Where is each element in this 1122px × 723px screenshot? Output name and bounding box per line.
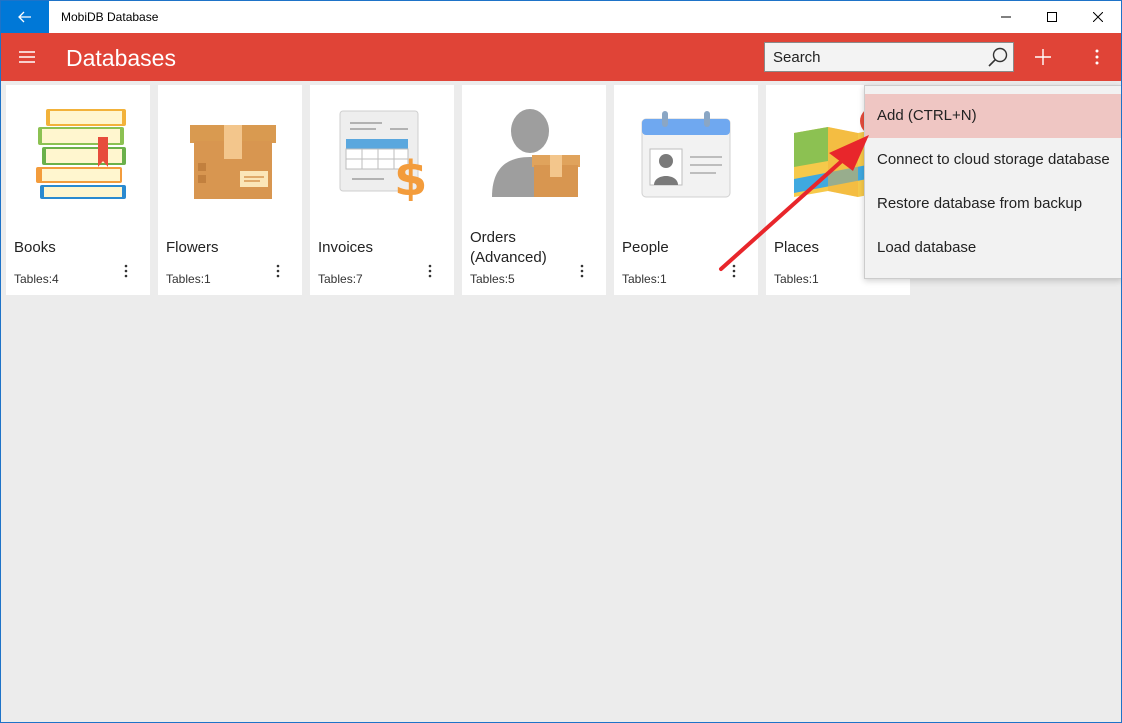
card-options-button[interactable]: [268, 261, 288, 281]
card-options-button[interactable]: [420, 261, 440, 281]
back-arrow-icon: [18, 11, 31, 23]
card-options-button[interactable]: [572, 261, 592, 281]
database-name: Places: [774, 239, 820, 256]
menu-item-connect-cloud[interactable]: Connect to cloud storage database: [865, 138, 1121, 182]
card-options-button[interactable]: [724, 261, 744, 281]
hamburger-menu-button[interactable]: [9, 37, 45, 77]
search-icon[interactable]: [983, 43, 1013, 71]
app-window: MobiDB Database Databases Search Books T…: [0, 0, 1122, 723]
search-input[interactable]: [765, 43, 983, 71]
app-bar: Databases: [1, 33, 1121, 81]
menu-item-restore-backup[interactable]: Restore database from backup: [865, 182, 1121, 226]
database-name: Orders (Advanced): [470, 229, 547, 266]
person-box-icon: [492, 109, 580, 197]
menu-item-add[interactable]: Add (CTRL+N): [865, 94, 1121, 138]
database-card-books[interactable]: Books Tables:4: [6, 85, 150, 295]
books-icon: [36, 109, 126, 199]
card-options-button[interactable]: [116, 261, 136, 281]
table-count: Tables:5: [470, 272, 515, 286]
minimize-icon: [1001, 16, 1011, 18]
table-count: Tables:1: [166, 272, 211, 286]
close-icon: [1093, 12, 1103, 22]
menu-item-load-database[interactable]: Load database: [865, 226, 1121, 270]
invoice-icon: $: [339, 110, 427, 201]
maximize-button[interactable]: [1029, 1, 1075, 33]
search-box: [764, 42, 1014, 72]
svg-text:$: $: [394, 151, 427, 201]
plus-icon: [1035, 49, 1051, 65]
more-vertical-icon: [428, 264, 432, 278]
table-count: Tables:4: [14, 272, 59, 286]
table-count: Tables:1: [622, 272, 667, 286]
more-vertical-icon: [124, 264, 128, 278]
more-vertical-icon: [1095, 49, 1099, 65]
database-name: Books: [14, 239, 56, 256]
back-button[interactable]: [1, 1, 49, 33]
database-card-people[interactable]: People Tables:1: [614, 85, 758, 295]
close-button[interactable]: [1075, 1, 1121, 33]
database-card-invoices[interactable]: $ Invoices Tables:7: [310, 85, 454, 295]
box-icon: [190, 125, 276, 199]
table-count: Tables:1: [774, 272, 819, 286]
table-count: Tables:7: [318, 272, 363, 286]
more-vertical-icon: [276, 264, 280, 278]
id-card-icon: [641, 111, 731, 198]
more-options-menu: Add (CTRL+N) Connect to cloud storage da…: [864, 85, 1121, 279]
minimize-button[interactable]: [983, 1, 1029, 33]
more-vertical-icon: [580, 264, 584, 278]
database-name: Flowers: [166, 239, 219, 256]
title-bar: MobiDB Database: [1, 1, 1121, 33]
database-name: Invoices: [318, 239, 374, 256]
page-title: Databases: [66, 45, 176, 71]
database-name: People: [622, 239, 669, 256]
add-button[interactable]: [1023, 37, 1063, 77]
more-options-button[interactable]: [1079, 37, 1115, 77]
maximize-icon: [1047, 12, 1057, 22]
more-vertical-icon: [732, 264, 736, 278]
hamburger-icon: [19, 51, 35, 63]
database-card-orders-advanced[interactable]: Orders (Advanced) Tables:5: [462, 85, 606, 295]
window-title: MobiDB Database: [61, 10, 159, 24]
database-card-flowers[interactable]: Flowers Tables:1: [158, 85, 302, 295]
